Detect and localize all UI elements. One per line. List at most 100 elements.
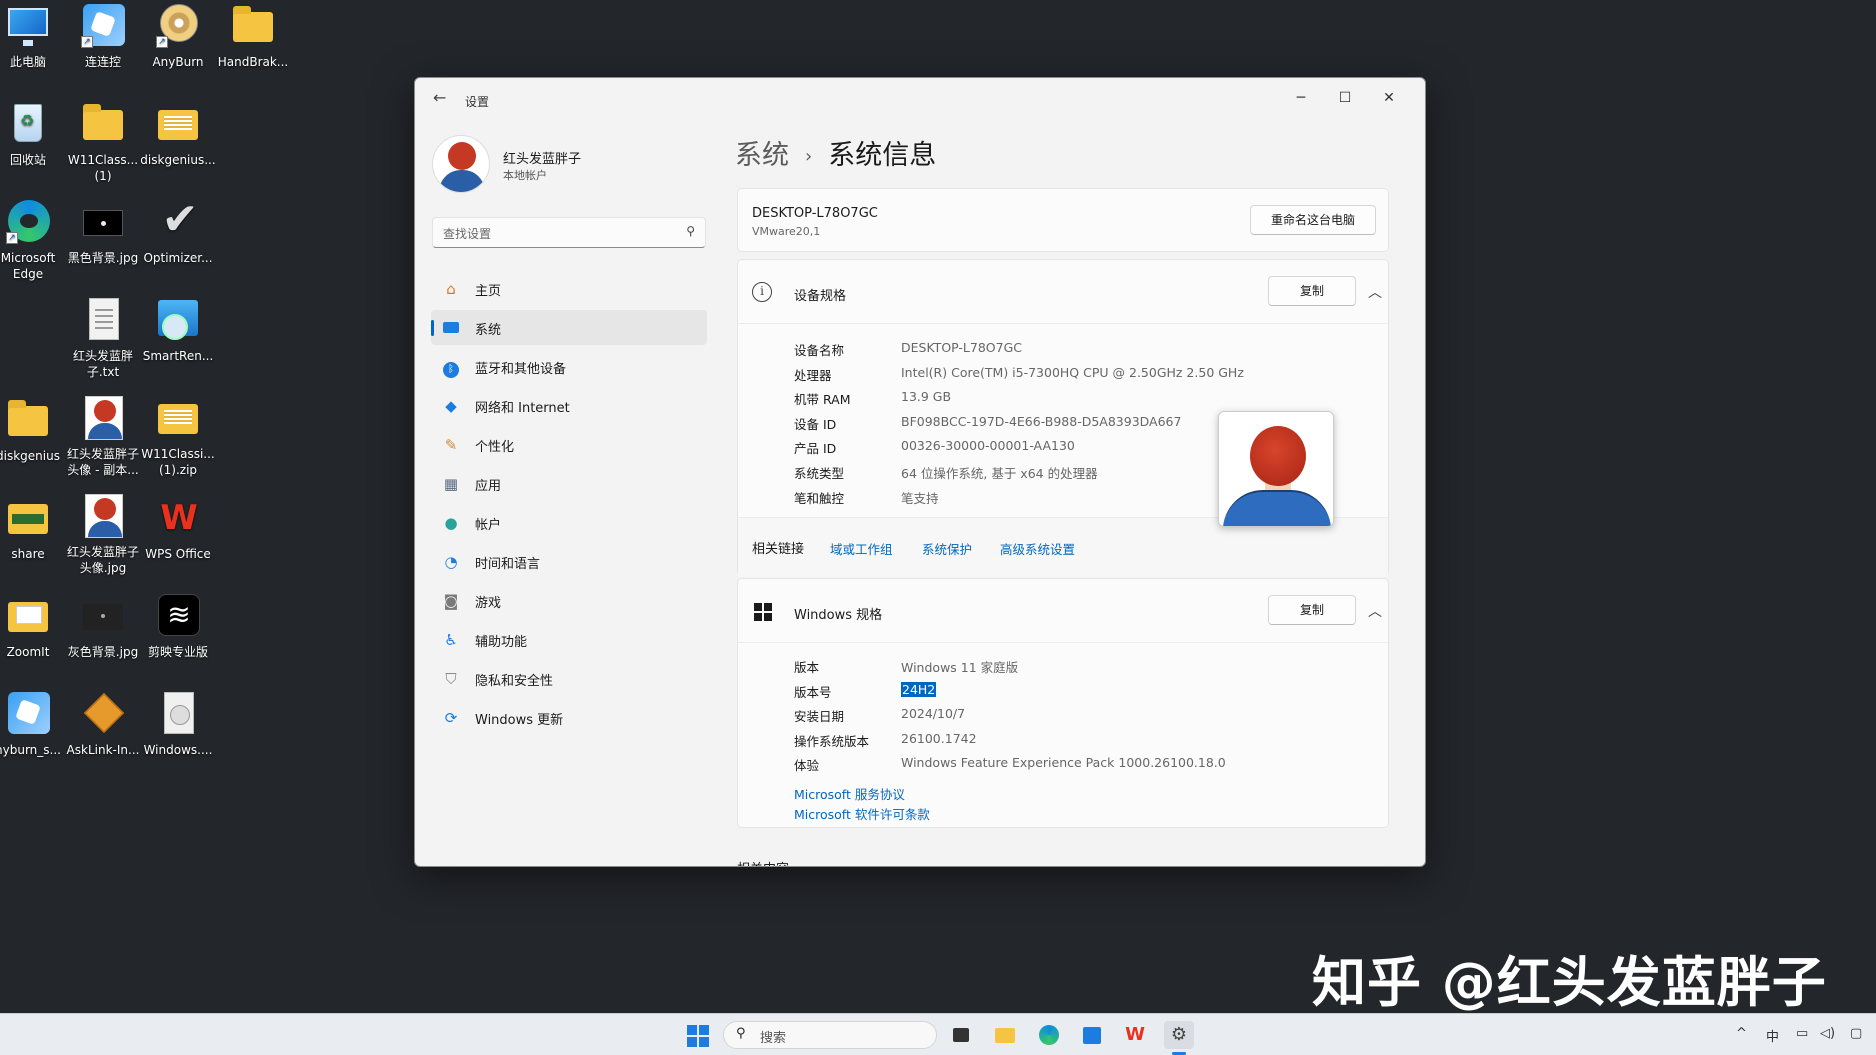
sidebar-item-apps[interactable]: ▦ 应用 (431, 466, 707, 501)
rename-pc-button[interactable]: 重命名这台电脑 (1250, 205, 1376, 235)
desktop-icon-recycle-bin[interactable]: 回收站 (0, 100, 66, 168)
time-language-icon: ◔ (444, 553, 458, 571)
sidebar-item-network[interactable]: ◆ 网络和 Internet (431, 388, 707, 423)
sidebar-item-gaming[interactable]: ◙ 游戏 (431, 583, 707, 618)
desktop-icon-windows-file[interactable]: Windows.... (140, 690, 216, 758)
network-tray-icon[interactable]: ▭ (1796, 1026, 1808, 1041)
windows-specs-card: Windows 规格 复制 ︿ 版本 Windows 11 家庭版 版本号 24H2… (737, 578, 1389, 828)
store-icon[interactable] (1077, 1021, 1107, 1049)
windows-specs-header[interactable]: Windows 规格 复制 ︿ (738, 579, 1388, 643)
chevron-up-icon[interactable]: ︿ (1368, 282, 1382, 302)
sidebar-item-label: 蓝牙和其他设备 (475, 362, 567, 377)
link-ms-services-agreement[interactable]: Microsoft 服务协议 (794, 784, 905, 803)
settings-gear-icon[interactable]: ⚙ (1164, 1021, 1194, 1049)
desktop-icon-capcut[interactable]: ≋ 剪映专业版 (140, 592, 216, 660)
edge-icon: ↗ (4, 198, 52, 246)
desktop-icon-txt-file[interactable]: 红头发蓝胖 子.txt (65, 296, 141, 380)
maximize-button[interactable]: ☐ (1323, 84, 1367, 112)
title-bar[interactable]: ← 设置 ─ ☐ ✕ (415, 78, 1425, 118)
desktop-icon-label: 剪映专业版 (147, 645, 208, 659)
wps-icon[interactable]: W (1120, 1021, 1150, 1049)
sidebar-item-accounts[interactable]: ● 帐户 (431, 505, 707, 540)
page-title: 系统信息 (828, 140, 937, 171)
desktop-icon-w11class-folder[interactable]: W11Class... (1) (65, 100, 141, 184)
desktop-icon-zoomit[interactable]: ZoomIt (0, 592, 66, 660)
desktop-icon-wps[interactable]: W WPS Office (140, 494, 216, 562)
spec-value: 笔支持 (901, 490, 939, 506)
sidebar-item-label: 主页 (475, 284, 502, 299)
minimize-button[interactable]: ─ (1279, 84, 1323, 112)
desktop-icon-optimizer[interactable]: ✔ Optimizer... (140, 198, 216, 266)
volume-icon[interactable]: ◁) (1820, 1026, 1835, 1041)
ime-indicator[interactable]: 中 (1766, 1026, 1779, 1045)
link-advanced-system-settings[interactable]: 高级系统设置 (1000, 539, 1075, 558)
windows-logo-icon (754, 603, 772, 621)
spec-key: 产品 ID (794, 441, 837, 457)
taskbar-search-input[interactable]: ⚲ 搜索 (723, 1021, 937, 1049)
sidebar-item-system[interactable]: 系统 (431, 310, 707, 345)
desktop-icon-gray-bg[interactable]: 灰色背景.jpg (65, 592, 141, 660)
sidebar-item-label: Windows 更新 (475, 713, 564, 728)
link-ms-license-terms[interactable]: Microsoft 软件许可条款 (794, 804, 930, 823)
link-system-protection[interactable]: 系统保护 (922, 539, 972, 558)
user-avatar[interactable] (432, 135, 490, 193)
pc-name-card: DESKTOP-L78O7GC VMware20,1 重命名这台电脑 (737, 188, 1389, 252)
start-button[interactable] (683, 1021, 713, 1049)
desktop-icon-this-pc[interactable]: 此电脑 (0, 2, 66, 70)
desktop-icon-black-bg[interactable]: 黑色背景.jpg (65, 198, 141, 266)
link-domain-workgroup[interactable]: 域或工作组 (830, 539, 893, 558)
back-button[interactable]: ← (433, 88, 446, 107)
sidebar-item-windows-update[interactable]: ⟳ Windows 更新 (431, 700, 707, 735)
copy-device-specs-button[interactable]: 复制 (1268, 276, 1356, 306)
sidebar-item-personalization[interactable]: ✎ 个性化 (431, 427, 707, 462)
device-specs-header[interactable]: i 设备规格 复制 ︿ (738, 260, 1388, 324)
sidebar-item-home[interactable]: ⌂ 主页 (431, 271, 707, 306)
desktop-icon-diskgenius-zip[interactable]: diskgenius... (140, 100, 216, 168)
spec-key: 机带 RAM (794, 392, 851, 408)
close-button[interactable]: ✕ (1367, 84, 1411, 112)
desktop-icon-smartren[interactable]: SmartRen... (140, 296, 216, 364)
desktop-icon-avatar-jpg[interactable]: 红头发蓝胖子 头像.jpg (65, 492, 141, 576)
desktop-icon-w11classic-zip[interactable]: W11Classi... (1).zip (140, 394, 216, 478)
desktop-icon-avatar-copy[interactable]: 红头发蓝胖子 头像 - 副本... (65, 394, 141, 478)
breadcrumb-separator: › (805, 146, 813, 167)
info-icon: i (752, 282, 772, 302)
spec-value-wrapper: 24H2 (901, 681, 937, 697)
desktop-icon-share[interactable]: share (0, 494, 66, 562)
bluetooth-icon: ᛒ (441, 357, 461, 378)
edge-icon[interactable] (1034, 1021, 1064, 1049)
spec-key: 安装日期 (794, 709, 845, 725)
spec-key: 设备名称 (794, 343, 845, 358)
sidebar-item-privacy[interactable]: ⛉ 隐私和安全性 (431, 661, 707, 696)
avatar-image-icon (79, 492, 127, 540)
file-explorer-icon[interactable] (990, 1021, 1020, 1049)
breadcrumb-parent[interactable]: 系统 (735, 140, 789, 171)
sidebar-item-accessibility[interactable]: ♿ 辅助功能 (431, 622, 707, 657)
wps-icon: W (160, 498, 198, 538)
accessibility-icon: ♿ (444, 631, 458, 649)
desktop-icon-handbrake[interactable]: HandBrak... (215, 2, 291, 70)
desktop-icon-label: ZoomIt (6, 645, 50, 659)
desktop-icon-label: share (11, 547, 45, 561)
chevron-up-icon[interactable]: ︿ (1368, 601, 1382, 621)
sidebar-item-label: 网络和 Internet (475, 401, 570, 416)
sidebar-item-bluetooth[interactable]: ᛒ 蓝牙和其他设备 (431, 349, 707, 384)
remote-control-icon: ↗ (79, 2, 127, 50)
user-account-type: 本地帐户 (503, 169, 547, 182)
sidebar-item-time-language[interactable]: ◔ 时间和语言 (431, 544, 707, 579)
desktop-icon-anyburn-setup[interactable]: nyburn_s... (0, 690, 66, 758)
desktop-icon-remote-control[interactable]: ↗ 连连控 (65, 2, 141, 70)
privacy-shield-icon: ⛉ (445, 670, 457, 688)
spec-value: Windows Feature Experience Pack 1000.261… (901, 755, 1226, 771)
search-icon: ⚲ (736, 1026, 746, 1041)
taskbar-search-placeholder: 搜索 (760, 1031, 787, 1046)
desktop-icon-edge[interactable]: ↗ Microsoft Edge (0, 198, 66, 282)
desktop-icon-asklink[interactable]: AskLink-In... (65, 690, 141, 758)
search-input[interactable]: 查找设置 ⚲ (432, 217, 706, 248)
notification-icon[interactable]: ▢ (1850, 1026, 1862, 1041)
copy-windows-specs-button[interactable]: 复制 (1268, 595, 1356, 625)
desktop-icon-anyburn[interactable]: ↗ AnyBurn (140, 2, 216, 70)
task-view-icon[interactable] (946, 1021, 976, 1049)
desktop-icon-diskgenius-folder[interactable]: diskgenius (0, 396, 66, 464)
tray-chevron-icon[interactable]: ^ (1736, 1026, 1747, 1041)
